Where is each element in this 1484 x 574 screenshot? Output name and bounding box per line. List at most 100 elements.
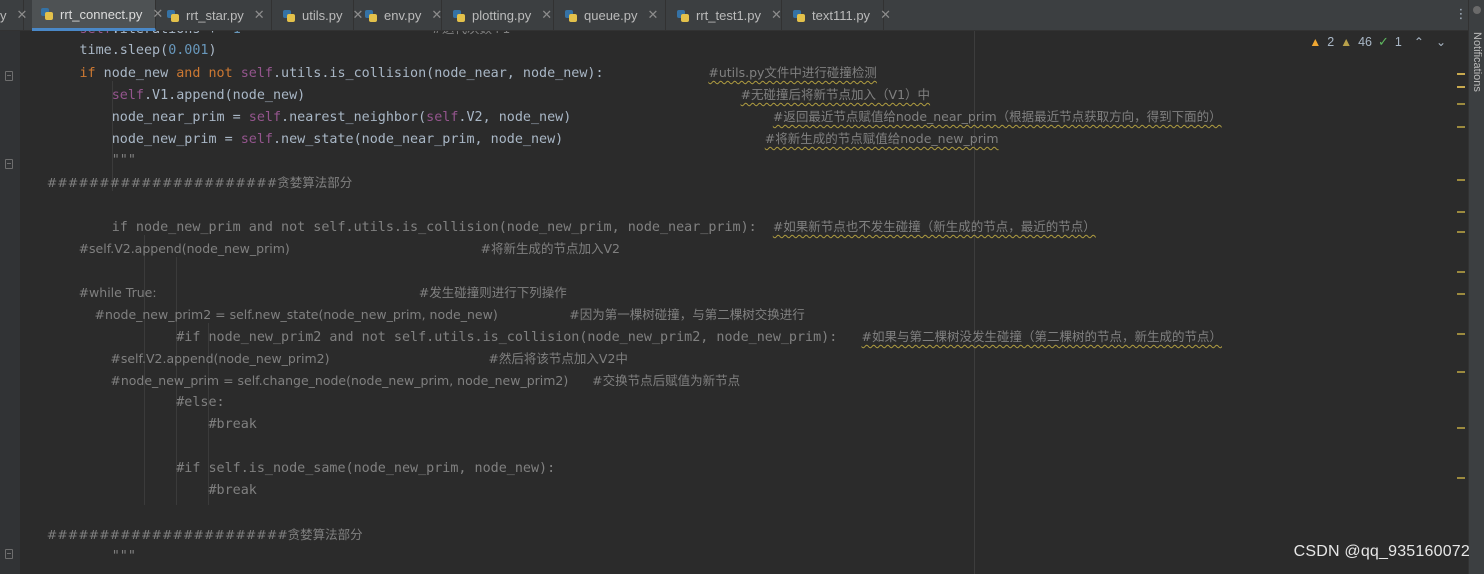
tab-rrt-star[interactable]: rrt_star.py ✕: [158, 0, 272, 31]
code-token: #无碰撞后将新节点加入（V1）中: [740, 87, 931, 102]
code-token: #self.V2.append(node_new_prim2) #然后将该节点加…: [15, 351, 628, 366]
tab-label: env.py: [384, 8, 422, 23]
code-token: if node_new_prim and not self.utils.is_c…: [15, 220, 773, 235]
code-token: and: [176, 66, 201, 81]
watermark: CSDN @qq_935160072: [1293, 543, 1470, 560]
tab-partial[interactable]: y ✕: [0, 0, 27, 31]
chevron-up-icon[interactable]: ⌃: [1414, 35, 1424, 49]
code-token: #break: [15, 417, 257, 432]
code-line: #if node_new_prim2 and not self.utils.is…: [15, 326, 1222, 348]
code-token: time.sleep(: [15, 43, 169, 58]
tab-plotting[interactable]: plotting.py ✕: [444, 0, 554, 31]
tab-list-menu-icon[interactable]: ⋮: [1454, 7, 1468, 23]
code-token: #self.V2.append(node_new_prim) #将新生成的节点加…: [15, 241, 620, 256]
fold-icon[interactable]: [5, 71, 13, 81]
notifications-tool-button[interactable]: Notifications: [1471, 32, 1483, 92]
code-token: .V1.append(node_new): [144, 88, 741, 103]
code-token: 1: [233, 31, 241, 37]
code-line: #self.V2.append(node_new_prim2) #然后将该节点加…: [15, 348, 628, 370]
python-file-icon: [166, 9, 180, 23]
code-token: #break: [15, 483, 257, 498]
code-token: self: [240, 132, 273, 147]
close-icon[interactable]: ✕: [880, 8, 891, 23]
close-icon[interactable]: ✕: [771, 8, 782, 23]
code-line: #else:: [15, 392, 224, 414]
code-token: #将新生成的节点赋值给node_new_prim: [764, 131, 999, 146]
close-icon[interactable]: ✕: [541, 8, 552, 23]
code-token: #返回最近节点赋值给node_near_prim（根据最近节点获取方向，得到下面…: [772, 109, 1222, 124]
code-token: self: [111, 88, 144, 103]
tab-env[interactable]: env.py ✕: [356, 0, 442, 31]
code-token: self: [80, 31, 112, 37]
tab-queue[interactable]: queue.py ✕: [556, 0, 666, 31]
code-token: ): [208, 43, 217, 58]
code-token: #if self.is_node_same(node_new_prim, nod…: [15, 461, 556, 476]
right-tool-strip: Notifications: [1468, 0, 1484, 574]
tab-text111[interactable]: text111.py ✕: [784, 0, 891, 31]
code-token: #node_new_prim2 = self.new_state(node_ne…: [15, 307, 805, 322]
python-file-icon: [452, 9, 466, 23]
chevron-down-icon[interactable]: ⌄: [1436, 35, 1446, 49]
tab-rrt-test1[interactable]: rrt_test1.py ✕: [668, 0, 782, 31]
code-line: time.sleep(0.001): [15, 40, 217, 62]
code-token: .new_state(node_near_prim, node_new): [272, 132, 765, 147]
code-line: #self.V2.append(node_new_prim) #将新生成的节点加…: [15, 238, 620, 260]
code-line: ######################贪婪算法部分: [15, 172, 352, 194]
code-token: ######################贪婪算法部分: [15, 175, 353, 190]
code-line: """: [15, 150, 136, 172]
code-token: .nearest_neighbor(: [281, 110, 427, 125]
code-token: """: [15, 549, 136, 564]
editor-tab-bar: y ✕ rrt_connect.py ✕ rrt_star.py ✕ utils.py ✕…: [0, 0, 1484, 31]
close-icon[interactable]: ✕: [17, 0, 28, 31]
code-token: node_new: [95, 66, 177, 81]
tab-label: rrt_connect.py: [60, 6, 143, 22]
fold-icon[interactable]: [5, 549, 13, 559]
code-token: if: [79, 66, 96, 81]
code-line: """: [15, 546, 136, 568]
code-line: #######################贪婪算法部分: [15, 524, 363, 546]
warning-icon: ▲: [1309, 35, 1322, 49]
code-token: #如果新节点也不发生碰撞（新生成的节点，最近的节点）: [772, 219, 1096, 234]
code-token: #######################贪婪算法部分: [15, 527, 363, 542]
fold-icon[interactable]: [5, 159, 13, 169]
code-token: #node_new_prim = self.change_node(node_n…: [15, 373, 741, 388]
code-line: #if self.is_node_same(node_new_prim, nod…: [15, 458, 555, 480]
python-file-icon: [40, 7, 54, 21]
code-line: node_new_prim = self.new_state(node_near…: [15, 128, 999, 150]
tab-utils[interactable]: utils.py ✕: [274, 0, 363, 31]
tab-label: rrt_test1.py: [696, 8, 762, 23]
code-line: #break: [15, 480, 257, 502]
close-icon[interactable]: ✕: [431, 8, 442, 23]
tab-label: queue.py: [584, 8, 638, 23]
code-token: #if node_new_prim2 and not self.utils.is…: [15, 330, 862, 345]
warning-count: 2: [1327, 35, 1335, 49]
tab-rrt-connect[interactable]: rrt_connect.py ✕: [32, 0, 163, 31]
code-editor[interactable]: self.iterations += 1 #迭代次数+1 time.sleep(…: [0, 31, 1468, 574]
python-file-icon: [564, 9, 578, 23]
code-token: self: [248, 110, 282, 125]
code-token: node_near_prim =: [15, 110, 249, 125]
code-token: #如果与第二棵树没发生碰撞（第二棵树的节点，新生成的节点）: [861, 329, 1222, 344]
inspection-widget[interactable]: ▲ 2 ▲ 46 ✓ 1 ⌃ ⌄: [1309, 34, 1446, 50]
python-file-icon: [364, 9, 378, 23]
code-line: node_near_prim = self.nearest_neighbor(s…: [15, 106, 1222, 128]
code-token: #迭代次数+1: [241, 31, 510, 36]
error-stripe[interactable]: [1454, 31, 1468, 574]
python-file-icon: [792, 9, 806, 23]
python-file-icon: [282, 9, 296, 23]
close-icon[interactable]: ✕: [254, 8, 265, 23]
close-icon[interactable]: ✕: [648, 8, 659, 23]
code-token: .utils.is_collision(node_near, node_new)…: [273, 66, 709, 81]
weak-warning-icon: ▲: [1340, 35, 1353, 49]
code-line: if node_new_prim and not self.utils.is_c…: [15, 216, 1096, 238]
weak-warning-count: 46: [1358, 35, 1373, 49]
tab-partial-label: y: [0, 8, 7, 23]
code-line: #node_new_prim2 = self.new_state(node_ne…: [15, 304, 805, 326]
notifications-icon[interactable]: [1473, 6, 1481, 14]
python-file-icon: [676, 9, 690, 23]
